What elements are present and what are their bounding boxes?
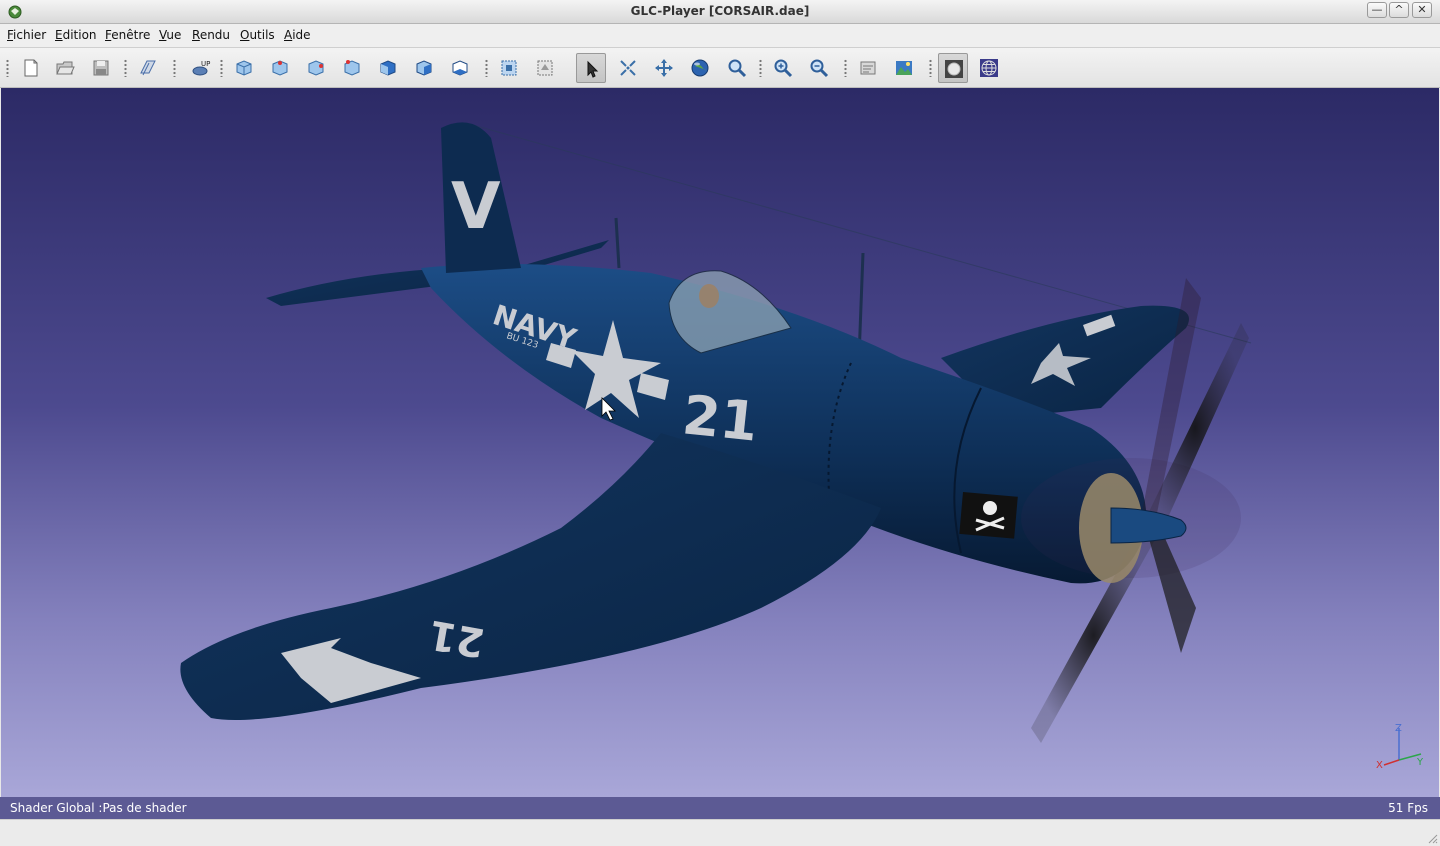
toolbar: UP [0, 48, 1440, 88]
z-axis-label: Z [1395, 723, 1402, 734]
album-icon [140, 60, 156, 76]
axis-gizmo: Z Y X [1376, 723, 1424, 771]
maximize-button[interactable]: ^ [1389, 2, 1409, 18]
zoom-out-icon [810, 59, 829, 78]
menu-outils[interactable]: Outils [240, 28, 275, 42]
window-title: GLC-Player [CORSAIR.dae] [630, 4, 810, 18]
view-top-button[interactable] [337, 53, 367, 83]
render-shaded-button[interactable] [938, 53, 968, 83]
landscape-icon [896, 61, 912, 75]
magnifier-icon [728, 59, 747, 78]
shader-status-text: Shader Global :Pas de shader [10, 801, 187, 815]
expand-arrows-icon [620, 60, 636, 76]
cube-front-icon [272, 60, 288, 76]
jolly-roger-flag [959, 491, 1018, 539]
view-left-button[interactable] [373, 53, 403, 83]
properties-button[interactable] [853, 53, 883, 83]
cube-left-icon [380, 60, 396, 76]
up-label: UP [201, 60, 210, 68]
reframe-selection-icon [537, 60, 553, 76]
zoom-window-button[interactable] [613, 53, 643, 83]
shaded-sphere-icon [945, 60, 963, 78]
resize-grip-icon[interactable] [1426, 832, 1438, 844]
pan-cross-icon [655, 59, 673, 77]
view-front-button[interactable] [265, 53, 295, 83]
status-bar: Shader Global :Pas de shader 51 Fps [0, 797, 1440, 819]
toolbar-grip[interactable] [220, 59, 223, 77]
antenna-mast [614, 217, 621, 269]
cube-bottom-icon [452, 60, 468, 76]
zoom-out-button[interactable] [804, 53, 834, 83]
left-wing [180, 433, 881, 720]
view-bottom-button[interactable] [445, 53, 475, 83]
tail-letter: V [451, 170, 501, 244]
skull-icon [983, 501, 997, 515]
up-vector-button[interactable]: UP [186, 53, 216, 83]
menu-vue[interactable]: Vue [159, 28, 181, 42]
toolbar-grip[interactable] [759, 59, 762, 77]
open-folder-icon [56, 61, 75, 75]
view-right-button[interactable] [301, 53, 331, 83]
x-axis-label: X [1376, 760, 1383, 771]
menu-edition[interactable]: Edition [55, 28, 97, 42]
cube-iso-icon [236, 60, 252, 76]
toolbar-grip[interactable] [485, 59, 488, 77]
globe-icon [691, 59, 709, 77]
y-axis-label: Y [1416, 757, 1424, 768]
minimize-button[interactable]: — [1367, 2, 1387, 18]
toolbar-grip[interactable] [929, 59, 932, 77]
zoom-interactive-button[interactable] [722, 53, 752, 83]
title-bar: GLC-Player [CORSAIR.dae] — ^ ✕ [0, 0, 1440, 24]
new-document-icon [24, 59, 38, 77]
glc-player-window: GLC-Player [CORSAIR.dae] — ^ ✕ Fichier E… [0, 0, 1440, 846]
menu-bar: Fichier Edition Fenêtre Vue Rendu Outils… [0, 24, 1440, 48]
fps-counter: 51 Fps [1388, 801, 1428, 815]
save-icon [93, 60, 109, 76]
view-iso-button[interactable] [229, 53, 259, 83]
x-axis-line [1383, 759, 1400, 766]
menu-aide[interactable]: Aide [284, 28, 311, 42]
save-button[interactable] [86, 53, 116, 83]
reframe-button[interactable] [494, 53, 524, 83]
cube-right-icon [308, 60, 324, 76]
menu-rendu[interactable]: Rendu [192, 28, 230, 42]
3d-viewport[interactable]: V NAVY BU 123 21 21 V Z Y X [1, 88, 1439, 797]
pilot-figure [699, 284, 719, 308]
open-file-button[interactable] [50, 53, 80, 83]
up-vector-icon: UP [192, 60, 210, 76]
render-wireframe-button[interactable] [974, 53, 1004, 83]
cursor-arrow-icon [587, 60, 599, 78]
toolbar-grip[interactable] [173, 59, 176, 77]
bottom-panel [0, 819, 1440, 846]
orbit-button[interactable] [685, 53, 715, 83]
select-button[interactable] [576, 53, 606, 83]
album-button[interactable] [133, 53, 163, 83]
aircraft-scene: V NAVY BU 123 21 21 V Z Y X [180, 122, 1424, 771]
toolbar-grip[interactable] [6, 59, 9, 77]
reframe-icon [501, 60, 517, 76]
menu-fichier[interactable]: Fichier [7, 28, 46, 42]
zoom-in-button[interactable] [768, 53, 798, 83]
reframe-selection-button[interactable] [530, 53, 560, 83]
properties-icon [860, 61, 876, 75]
environment-button[interactable] [889, 53, 919, 83]
cube-top-icon [344, 60, 360, 76]
new-document-button[interactable] [16, 53, 46, 83]
wing-number-marking: 21 [425, 611, 488, 666]
pan-button[interactable] [649, 53, 679, 83]
wireframe-sphere-icon [980, 59, 998, 77]
close-button[interactable]: ✕ [1412, 2, 1432, 18]
menu-fenetre[interactable]: Fenêtre [105, 28, 150, 42]
toolbar-grip[interactable] [844, 59, 847, 77]
toolbar-grip[interactable] [124, 59, 127, 77]
cube-back-icon [416, 60, 432, 76]
view-back-button[interactable] [409, 53, 439, 83]
zoom-in-icon [774, 59, 793, 78]
